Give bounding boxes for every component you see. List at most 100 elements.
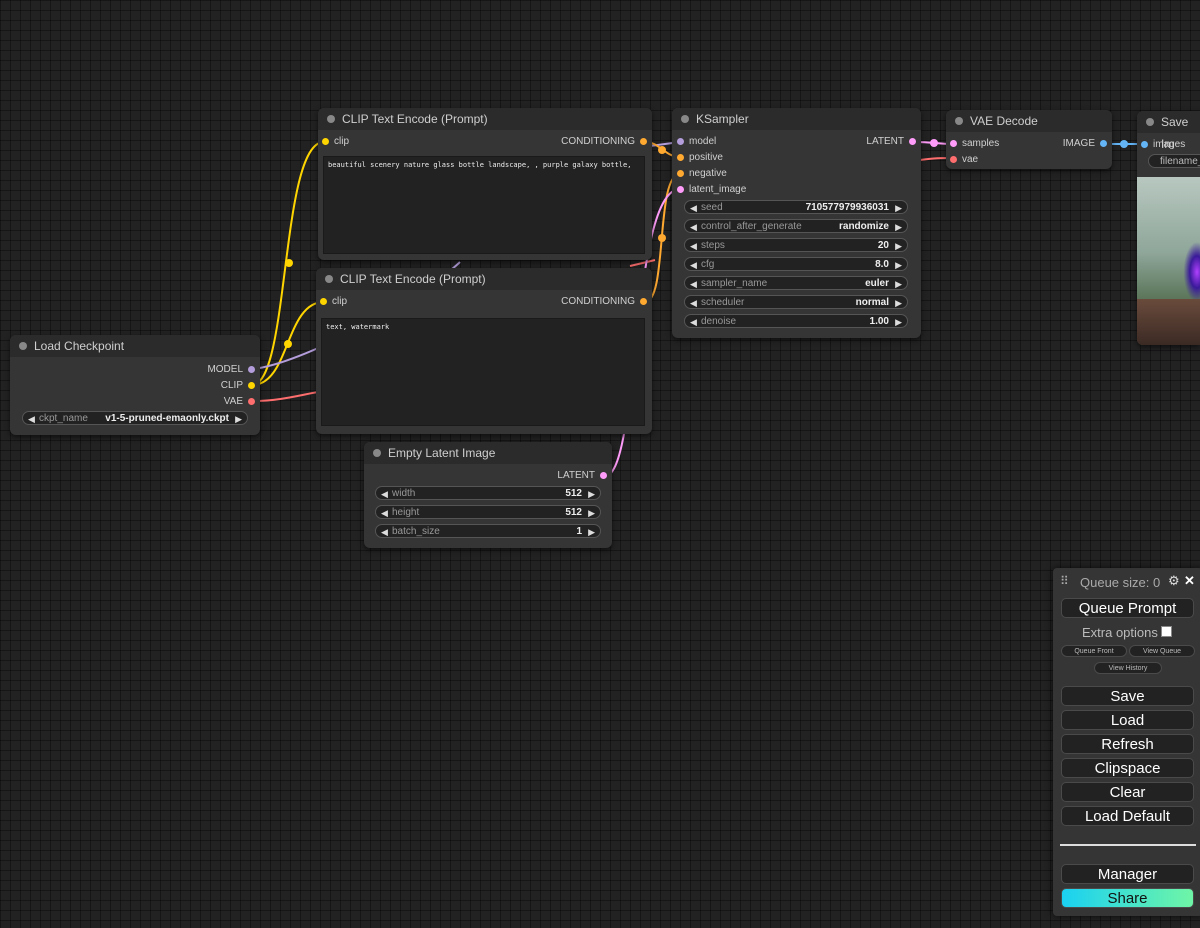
manager-button[interactable]: Manager — [1061, 864, 1194, 884]
view-history-button[interactable]: View History — [1094, 662, 1162, 674]
output-model[interactable]: MODEL — [207, 363, 255, 377]
widget-steps[interactable]: ◀ steps 20 ▶ — [684, 238, 908, 252]
slot-dot-icon[interactable] — [950, 140, 957, 147]
slot-dot-icon[interactable] — [950, 156, 957, 163]
arrow-right-icon[interactable]: ▶ — [895, 201, 902, 215]
slot-dot-icon[interactable] — [909, 138, 916, 145]
node-save-image[interactable]: Save Im images filename_ — [1137, 111, 1200, 345]
collapse-dot-icon[interactable] — [19, 342, 27, 350]
arrow-left-icon[interactable]: ◀ — [690, 277, 697, 291]
slot-dot-icon[interactable] — [677, 138, 684, 145]
input-negative[interactable]: negative — [677, 167, 727, 181]
widget-scheduler[interactable]: ◀ scheduler normal ▶ — [684, 295, 908, 309]
slot-dot-icon[interactable] — [248, 398, 255, 405]
node-header[interactable]: VAE Decode — [946, 110, 1112, 132]
node-header[interactable]: KSampler — [672, 108, 921, 130]
arrow-right-icon[interactable]: ▶ — [895, 296, 902, 310]
collapse-dot-icon[interactable] — [681, 115, 689, 123]
slot-dot-icon[interactable] — [600, 472, 607, 479]
arrow-left-icon[interactable]: ◀ — [690, 315, 697, 329]
collapse-dot-icon[interactable] — [373, 449, 381, 457]
node-header[interactable]: Load Checkpoint — [10, 335, 260, 357]
input-latent-image[interactable]: latent_image — [677, 183, 746, 197]
input-vae[interactable]: vae — [950, 153, 978, 167]
prompt-textarea[interactable]: text, watermark — [321, 318, 645, 426]
widget-control-after-generate[interactable]: ◀ control_after_generate randomize ▶ — [684, 219, 908, 233]
arrow-right-icon[interactable]: ▶ — [588, 487, 595, 501]
arrow-left-icon[interactable]: ◀ — [381, 525, 388, 539]
input-samples[interactable]: samples — [950, 137, 999, 151]
output-conditioning[interactable]: CONDITIONING — [561, 135, 647, 149]
slot-dot-icon[interactable] — [320, 298, 327, 305]
node-clip-negative[interactable]: CLIP Text Encode (Prompt) clip CONDITION… — [316, 268, 652, 434]
node-load-checkpoint[interactable]: Load Checkpoint MODEL CLIP VAE ◀ ckpt_na… — [10, 335, 260, 435]
load-default-button[interactable]: Load Default — [1061, 806, 1194, 826]
node-header[interactable]: CLIP Text Encode (Prompt) — [318, 108, 652, 130]
widget-sampler-name[interactable]: ◀ sampler_name euler ▶ — [684, 276, 908, 290]
output-vae[interactable]: VAE — [224, 395, 255, 409]
widget-seed[interactable]: ◀ seed 710577979936031 ▶ — [684, 200, 908, 214]
prompt-textarea[interactable]: beautiful scenery nature glass bottle la… — [323, 156, 645, 254]
arrow-right-icon[interactable]: ▶ — [895, 258, 902, 272]
input-clip[interactable]: clip — [320, 295, 347, 309]
arrow-right-icon[interactable]: ▶ — [588, 506, 595, 520]
drag-handle-icon[interactable]: ⠿ — [1060, 574, 1069, 588]
slot-dot-icon[interactable] — [677, 154, 684, 161]
slot-dot-icon[interactable] — [640, 298, 647, 305]
widget-ckpt-name[interactable]: ◀ ckpt_name v1-5-pruned-emaonly.ckpt ▶ — [22, 411, 248, 425]
extra-options-checkbox[interactable] — [1161, 626, 1172, 637]
output-conditioning[interactable]: CONDITIONING — [561, 295, 647, 309]
arrow-left-icon[interactable]: ◀ — [28, 412, 35, 426]
arrow-left-icon[interactable]: ◀ — [690, 220, 697, 234]
node-header[interactable]: CLIP Text Encode (Prompt) — [316, 268, 652, 290]
widget-height[interactable]: ◀ height 512 ▶ — [375, 505, 601, 519]
arrow-right-icon[interactable]: ▶ — [895, 239, 902, 253]
widget-batch-size[interactable]: ◀ batch_size 1 ▶ — [375, 524, 601, 538]
arrow-left-icon[interactable]: ◀ — [381, 506, 388, 520]
arrow-right-icon[interactable]: ▶ — [895, 220, 902, 234]
arrow-right-icon[interactable]: ▶ — [895, 315, 902, 329]
arrow-right-icon[interactable]: ▶ — [235, 412, 242, 426]
input-clip[interactable]: clip — [322, 135, 349, 149]
slot-dot-icon[interactable] — [677, 170, 684, 177]
slot-dot-icon[interactable] — [248, 366, 255, 373]
widget-denoise[interactable]: ◀ denoise 1.00 ▶ — [684, 314, 908, 328]
node-header[interactable]: Empty Latent Image — [364, 442, 612, 464]
slot-dot-icon[interactable] — [248, 382, 255, 389]
queue-front-button[interactable]: Queue Front — [1061, 645, 1127, 657]
clear-button[interactable]: Clear — [1061, 782, 1194, 802]
load-button[interactable]: Load — [1061, 710, 1194, 730]
refresh-button[interactable]: Refresh — [1061, 734, 1194, 754]
collapse-dot-icon[interactable] — [325, 275, 333, 283]
arrow-left-icon[interactable]: ◀ — [690, 296, 697, 310]
slot-dot-icon[interactable] — [322, 138, 329, 145]
output-clip[interactable]: CLIP — [221, 379, 255, 393]
widget-width[interactable]: ◀ width 512 ▶ — [375, 486, 601, 500]
collapse-dot-icon[interactable] — [327, 115, 335, 123]
collapse-dot-icon[interactable] — [1146, 118, 1154, 126]
slot-dot-icon[interactable] — [1141, 141, 1148, 148]
queue-prompt-button[interactable]: Queue Prompt — [1061, 598, 1194, 618]
node-clip-positive[interactable]: CLIP Text Encode (Prompt) clip CONDITION… — [318, 108, 652, 260]
arrow-left-icon[interactable]: ◀ — [690, 201, 697, 215]
view-queue-button[interactable]: View Queue — [1129, 645, 1195, 657]
arrow-right-icon[interactable]: ▶ — [588, 525, 595, 539]
node-empty-latent[interactable]: Empty Latent Image LATENT ◀ width 512 ▶ … — [364, 442, 612, 548]
node-vae-decode[interactable]: VAE Decode samples vae IMAGE — [946, 110, 1112, 169]
widget-cfg[interactable]: ◀ cfg 8.0 ▶ — [684, 257, 908, 271]
slot-dot-icon[interactable] — [1100, 140, 1107, 147]
collapse-dot-icon[interactable] — [955, 117, 963, 125]
output-image[interactable]: IMAGE — [1063, 137, 1107, 151]
gear-icon[interactable]: ⚙ — [1168, 573, 1180, 589]
close-icon[interactable]: ✕ — [1184, 573, 1195, 589]
slot-dot-icon[interactable] — [677, 186, 684, 193]
input-positive[interactable]: positive — [677, 151, 723, 165]
arrow-right-icon[interactable]: ▶ — [895, 277, 902, 291]
output-preview-image[interactable] — [1137, 177, 1200, 345]
arrow-left-icon[interactable]: ◀ — [381, 487, 388, 501]
node-header[interactable]: Save Im — [1137, 111, 1200, 151]
input-model[interactable]: model — [677, 135, 716, 149]
save-button[interactable]: Save — [1061, 686, 1194, 706]
slot-dot-icon[interactable] — [640, 138, 647, 145]
queue-menu[interactable]: ⠿ Queue size: 0 ⚙ ✕ Queue Prompt Extra o… — [1053, 568, 1200, 916]
